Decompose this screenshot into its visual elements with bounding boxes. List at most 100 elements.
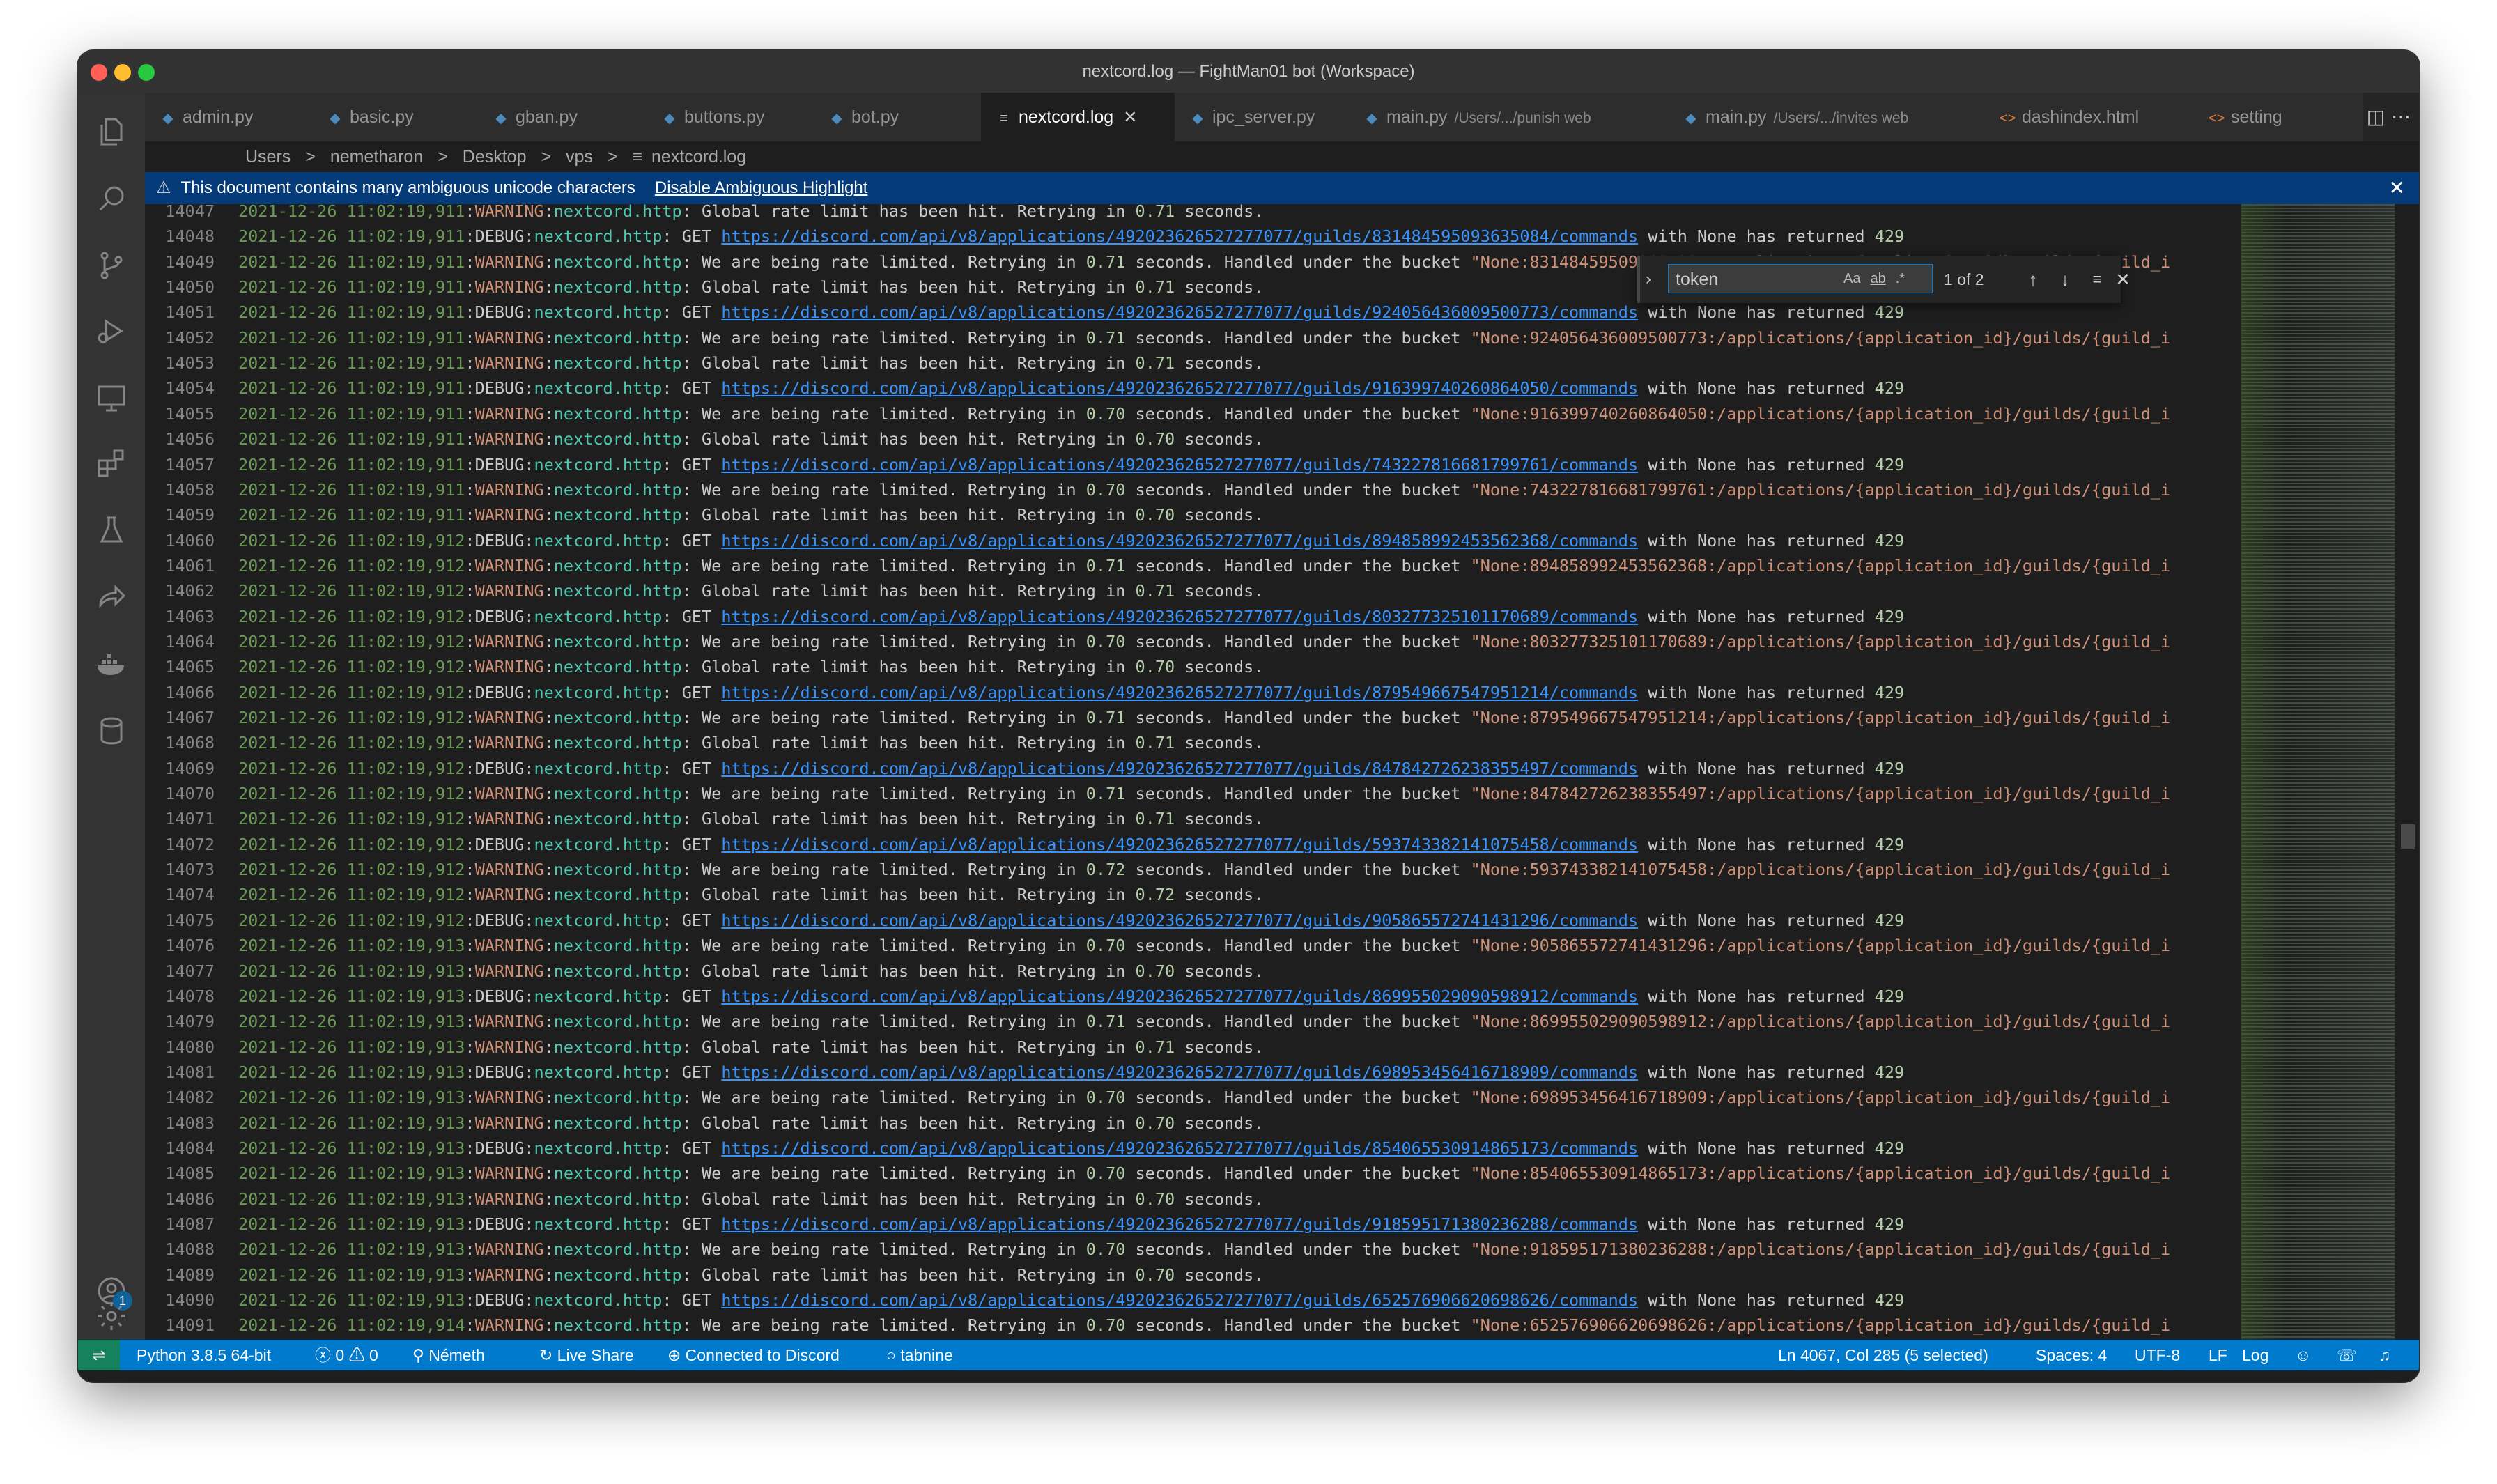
log-timestamp: 2021-12-26 11:02:19,913 [238,1012,465,1032]
next-match-arrow-down-icon[interactable]: ↓ [2051,256,2079,303]
vertical-scrollbar[interactable] [2395,204,2419,1340]
remote-explorer-icon[interactable] [95,381,128,415]
tab-dashindex-html[interactable]: <> dashindex.html [1984,93,2194,141]
close-tab-icon[interactable]: ✕ [1123,108,1137,127]
log-level: WARNING [474,581,544,601]
scrollbar-thumb[interactable] [2401,824,2415,849]
log-sep: : [465,631,475,651]
log-line: 14077 2021-12-26 11:02:19,913:WARNING:nex… [145,959,1263,984]
log-sep: : [524,1062,534,1082]
match-whole-word-toggle[interactable]: ab [1870,271,1885,286]
more-actions-icon[interactable]: ⋯ [2388,93,2413,141]
database-icon[interactable] [95,714,128,748]
log-text: : We are being rate limited. Retrying in [681,479,1086,500]
log-sep: : [543,429,554,449]
search-icon[interactable] [95,182,128,215]
line-number: 14054 [165,378,215,399]
breadcrumb-vps[interactable]: vps [566,147,593,167]
match-case-toggle[interactable]: Aa [1843,271,1860,286]
log-text: : We are being rate limited. Retrying in [681,860,1086,880]
disable-ambiguous-highlight-link[interactable]: Disable Ambiguous Highlight [655,178,868,197]
log-text: seconds. Handled under the bucket [1125,1088,1471,1108]
log-level: WARNING [474,479,544,500]
language-mode[interactable]: Log [2242,1340,2268,1370]
run-debug-icon[interactable] [95,314,128,348]
retry-delay: 0.70 [1085,403,1126,424]
log-level: WARNING [474,429,544,449]
copilot-icon[interactable]: ☺ [2295,1340,2311,1370]
line-number: 14080 [165,1037,215,1057]
minimap[interactable] [2241,204,2395,1340]
tab-main-py-punish[interactable]: ◆ main.py/Users/.../punish web [1349,93,1669,141]
close-find-icon[interactable]: ✕ [2112,256,2133,303]
previous-match-arrow-up-icon[interactable]: ↑ [2019,256,2047,303]
log-sep: : [543,631,554,651]
testing-icon[interactable] [95,513,128,547]
bucket-string: "None:905865572741431296:/applications/{… [1470,936,2171,956]
bucket-string: "None:879549667547951214:/applications/{… [1470,708,2171,727]
problems-indicator[interactable]: ⓧ 0 ⚠ 0 [315,1340,378,1370]
window-title: nextcord.log — FightMan01 bot (Workspace… [1082,62,1415,81]
log-sep: : [524,910,534,930]
log-timestamp: 2021-12-26 11:02:19,912 [238,834,465,854]
editor-text-area[interactable]: 14047 2021-12-26 11:02:19,911:WARNING:nex… [145,204,2419,1340]
explorer-icon[interactable] [95,115,128,148]
log-line: 14059 2021-12-26 11:02:19,911:WARNING:nex… [145,502,1263,527]
tab-basic-py[interactable]: ◆ basic.py [312,93,479,141]
log-text: seconds. [1175,961,1264,981]
log-url: https://discord.com/api/v8/applications/… [721,758,1639,778]
indentation[interactable]: Spaces: 4 [2036,1340,2107,1370]
feedback-icon[interactable]: ☏ [2337,1340,2357,1370]
notifications-bell-icon[interactable]: ♫ [2379,1340,2390,1370]
breadcrumb-desktop[interactable]: Desktop [463,147,527,167]
log-text: : Global rate limit has been hit. Retryi… [681,1113,1136,1133]
log-text: : We are being rate limited. Retrying in [681,1012,1086,1032]
retry-delay: 0.71 [1085,1012,1126,1032]
html-file-icon: <> [2209,111,2225,126]
status-code: 429 [1874,1290,1905,1311]
split-editor-icon[interactable]: ◫ [2363,93,2388,141]
user-indicator[interactable]: ⚲ Németh [412,1340,485,1370]
encoding[interactable]: UTF-8 [2135,1340,2180,1370]
end-of-line[interactable]: LF [2209,1340,2227,1370]
tab-buttons-py[interactable]: ◆ buttons.py [647,93,814,141]
tab-gban-py[interactable]: ◆ gban.py [478,93,647,141]
log-level: DEBUG [474,1138,525,1158]
log-timestamp: 2021-12-26 11:02:19,912 [238,530,465,550]
retry-delay: 0.71 [1135,733,1175,753]
tabnine-label: tabnine [900,1346,953,1364]
discord-presence[interactable]: ⊕ Connected to Discord [667,1340,840,1370]
tab-ipc-server-py[interactable]: ◆ ipc_server.py [1175,93,1350,141]
tab-main-py-invites[interactable]: ◆ main.py/Users/.../invites web [1668,93,1985,141]
docker-icon[interactable] [95,647,128,681]
tab-nextcord-log[interactable]: ≡ nextcord.log ✕ [981,93,1175,141]
close-banner-icon[interactable]: ✕ [2389,172,2405,204]
python-file-icon: ◆ [495,111,507,126]
log-sep: : [465,327,475,348]
live-share-status[interactable]: ↻ Live Share [539,1340,634,1370]
python-interpreter[interactable]: Python 3.8.5 64-bit [137,1340,271,1370]
breadcrumb-nemetharon[interactable]: nemetharon [330,147,423,167]
use-regex-toggle[interactable]: .* [1896,271,1905,286]
tab-admin-py[interactable]: ◆ admin.py [145,93,313,141]
error-icon: ⓧ [315,1346,331,1364]
breadcrumb-sep: > [438,147,448,167]
error-count: 0 [335,1346,345,1364]
source-control-icon[interactable] [95,249,128,282]
tab-settings-html[interactable]: <> setting [2193,93,2364,141]
live-share-icon[interactable] [95,580,128,614]
remote-indicator-icon[interactable]: ⇌ [78,1340,120,1370]
extensions-icon[interactable] [95,447,128,480]
log-url: https://discord.com/api/v8/applications/… [721,834,1639,854]
log-line: 14090 2021-12-26 11:02:19,913:DEBUG:nextc… [145,1288,1904,1313]
tabnine-status[interactable]: ○ tabnine [886,1340,953,1370]
find-in-selection-icon[interactable]: ≡ [2083,256,2111,303]
breadcrumb-users[interactable]: Users [245,147,291,167]
toggle-replace-chevron-icon[interactable]: › [1646,256,1651,303]
breadcrumb-nextcord-log[interactable]: nextcord.log [651,147,746,167]
manage-gear-icon[interactable] [95,1299,128,1333]
log-timestamp: 2021-12-26 11:02:19,913 [238,1265,465,1285]
cursor-position[interactable]: Ln 4067, Col 285 (5 selected) [1778,1340,1988,1370]
log-sep: : [524,1290,534,1311]
tab-bot-py[interactable]: ◆ bot.py [814,93,982,141]
